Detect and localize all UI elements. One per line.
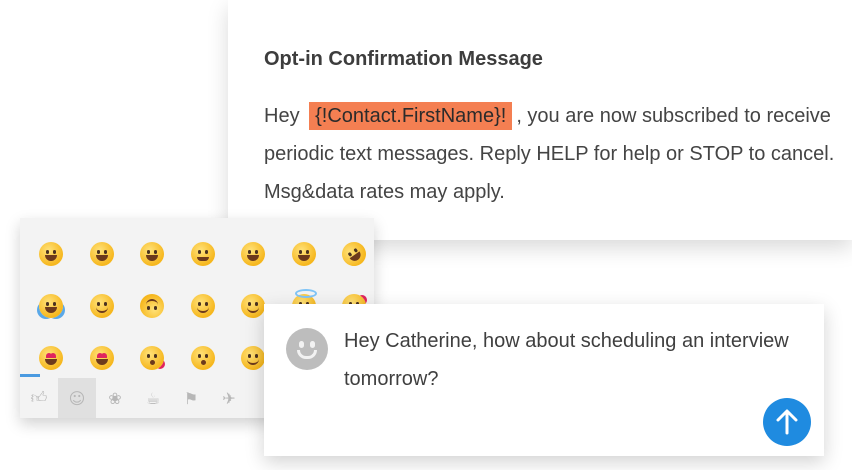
food-icon[interactable]: ☕ <box>134 378 172 418</box>
running-icon[interactable]: ✈ <box>210 378 248 418</box>
optin-title: Opt-in Confirmation Message <box>264 48 543 70</box>
rolling-on-floor-laughing-icon[interactable] <box>329 228 380 280</box>
optin-body: Hey {!Contact.FirstName}!, you are now s… <box>264 97 844 211</box>
face-tears-of-joy-icon[interactable] <box>26 280 77 332</box>
arrow-up-icon <box>776 409 798 435</box>
optin-body-prefix: Hey <box>264 105 306 127</box>
star-struck-icon[interactable] <box>77 332 128 384</box>
grinning-face-smiling-eyes-icon[interactable] <box>127 228 178 280</box>
grinning-face-icon[interactable] <box>26 228 77 280</box>
beaming-face-icon[interactable] <box>178 228 229 280</box>
winking-face-icon[interactable] <box>178 280 229 332</box>
smiley-icon[interactable]: ☺ <box>58 378 96 418</box>
face-blowing-kiss-icon[interactable] <box>127 332 178 384</box>
upside-down-face-icon[interactable] <box>127 280 178 332</box>
slightly-smiling-face-icon[interactable] <box>77 280 128 332</box>
activity-icon[interactable]: ⚑ <box>172 378 210 418</box>
chat-message-card: Hey Catherine, how about scheduling an i… <box>264 304 824 456</box>
kissing-face-icon[interactable] <box>178 332 229 384</box>
avatar <box>286 328 328 370</box>
emoji-tab-scroll-indicator <box>20 374 40 377</box>
merge-field-tag[interactable]: {!Contact.FirstName}! <box>309 102 513 130</box>
thumbs-up-icon[interactable]: 👍︎ <box>20 378 58 418</box>
grinning-face-sweat-icon[interactable] <box>279 228 330 280</box>
chat-message-text: Hey Catherine, how about scheduling an i… <box>344 330 789 390</box>
optin-message-card: Opt-in Confirmation Message Hey {!Contac… <box>228 0 852 240</box>
paw-icon[interactable]: ❀ <box>96 378 134 418</box>
grinning-face-big-eyes-icon[interactable] <box>77 228 128 280</box>
grinning-squinting-face-icon[interactable] <box>228 228 279 280</box>
send-button[interactable] <box>763 398 811 446</box>
